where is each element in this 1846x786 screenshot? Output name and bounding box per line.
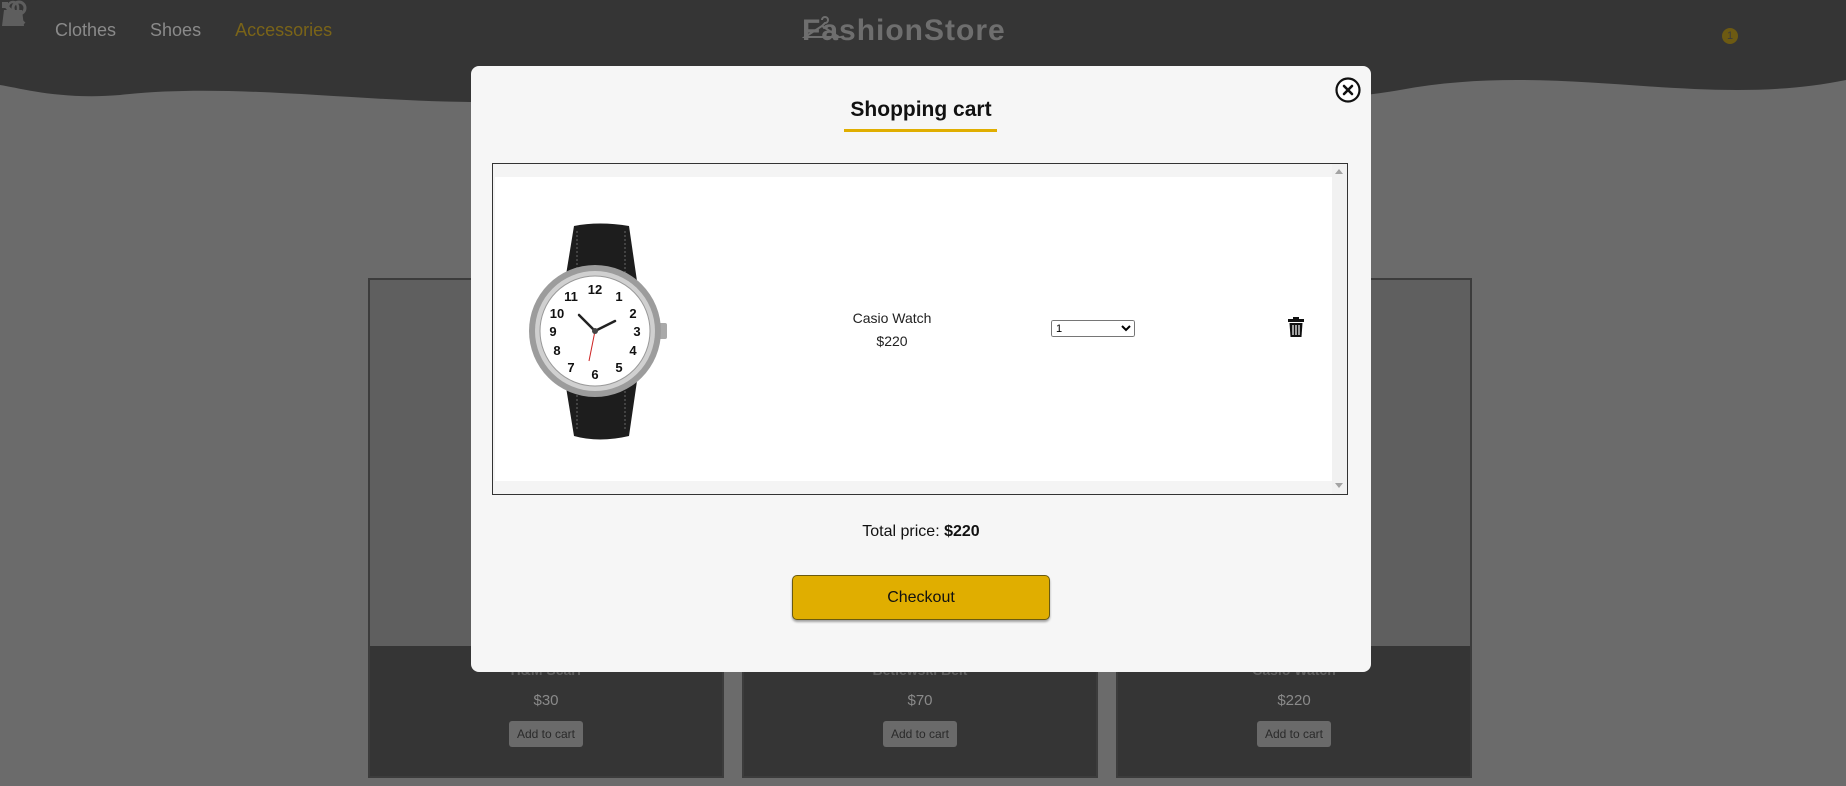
nav-item-shoes[interactable]: Shoes <box>150 20 201 41</box>
svg-text:1: 1 <box>615 289 622 304</box>
product-price: $30 <box>533 692 559 709</box>
svg-text:7: 7 <box>567 360 574 375</box>
svg-text:8: 8 <box>553 343 560 358</box>
scroll-down-arrow[interactable] <box>1335 483 1343 488</box>
nav-item-accessories[interactable]: Accessories <box>235 20 332 41</box>
brand-logo[interactable]: FashionStore <box>802 14 1006 48</box>
scrollbar[interactable] <box>1332 164 1347 494</box>
trash-icon[interactable] <box>1288 317 1304 337</box>
main-nav: Clothes Shoes Accessories <box>55 20 332 41</box>
shopping-cart-modal: Shopping cart 12 1 2 3 4 5 6 7 8 9 10 11… <box>471 66 1371 672</box>
cart-items-list[interactable]: 12 1 2 3 4 5 6 7 8 9 10 11 Casio Watch $… <box>492 163 1348 495</box>
svg-text:9: 9 <box>549 324 556 339</box>
add-to-cart-button[interactable]: Add to cart <box>882 721 958 747</box>
svg-text:3: 3 <box>633 324 640 339</box>
svg-text:6: 6 <box>591 367 598 382</box>
svg-text:12: 12 <box>588 282 602 297</box>
scroll-up-arrow[interactable] <box>1335 169 1343 174</box>
svg-text:10: 10 <box>550 306 564 321</box>
cart-item: 12 1 2 3 4 5 6 7 8 9 10 11 Casio Watch $… <box>495 177 1333 481</box>
cart-item-name: Casio Watch <box>852 310 932 326</box>
tools-icon[interactable] <box>0 0 28 28</box>
svg-text:11: 11 <box>564 289 578 304</box>
cart-count-badge: 1 <box>1722 28 1738 44</box>
total-price: Total price: $220 <box>471 523 1371 541</box>
title-underline <box>844 129 997 132</box>
svg-text:5: 5 <box>615 360 622 375</box>
total-price-label: Total price: <box>862 523 940 540</box>
quantity-select[interactable]: 1 <box>1051 320 1135 337</box>
checkout-button[interactable]: Checkout <box>792 575 1050 620</box>
add-to-cart-button[interactable]: Add to cart <box>1256 721 1332 747</box>
add-to-cart-button[interactable]: Add to cart <box>508 721 584 747</box>
svg-text:2: 2 <box>629 306 636 321</box>
product-price: $70 <box>907 692 933 709</box>
product-image-watch: 12 1 2 3 4 5 6 7 8 9 10 11 <box>529 223 667 440</box>
cart-item-price: $220 <box>876 333 908 349</box>
svg-text:4: 4 <box>629 343 637 358</box>
product-price: $220 <box>1277 692 1311 709</box>
hanger-icon <box>802 16 842 38</box>
nav-item-clothes[interactable]: Clothes <box>55 20 116 41</box>
total-price-value: $220 <box>944 523 980 540</box>
modal-title: Shopping cart <box>850 98 992 121</box>
